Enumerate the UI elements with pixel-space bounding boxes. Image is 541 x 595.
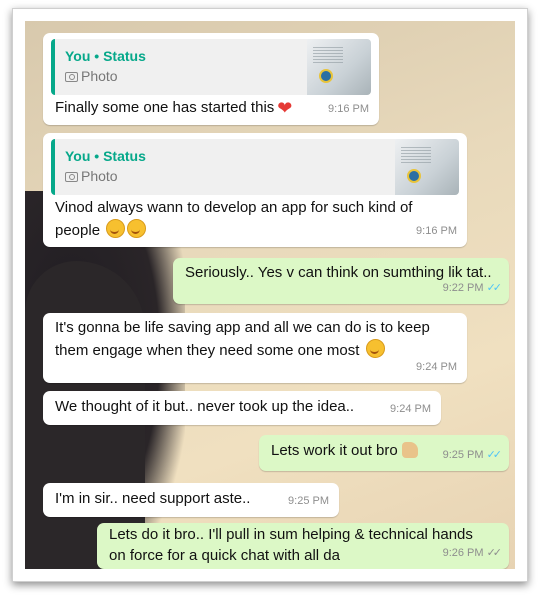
message-time: 9:24 PM xyxy=(416,361,457,373)
smiling-emoji xyxy=(106,219,126,238)
chat-area[interactable]: You • Status Photo Finally some one has … xyxy=(25,21,515,569)
status-thumbnail[interactable] xyxy=(395,139,459,195)
message-bubble[interactable]: Lets work it out bro 9:25 PM ✓✓ xyxy=(259,435,509,471)
quoted-status[interactable]: You • Status Photo xyxy=(51,39,371,95)
message-bubble[interactable]: I'm in sir.. need support aste.. 9:25 PM xyxy=(43,483,339,517)
double-check-icon: ✓✓ xyxy=(486,449,503,461)
camera-icon xyxy=(65,72,78,82)
message-text-line: them engage when they need some one most xyxy=(55,342,360,359)
message-time: 9:16 PM xyxy=(416,225,457,237)
message-time: 9:26 PM xyxy=(442,547,484,559)
quote-title: You • Status xyxy=(65,48,146,64)
quoted-status[interactable]: You • Status Photo xyxy=(51,139,459,195)
camera-icon xyxy=(65,172,78,182)
message-time: 9:16 PM xyxy=(328,103,369,115)
message-text: Finally some one has started this xyxy=(55,99,275,116)
message-text-line: Vinod always wann to develop an app for … xyxy=(55,199,413,216)
message-bubble[interactable]: Seriously.. Yes v can think on sumthing … xyxy=(173,258,509,304)
message-time: 9:25 PM xyxy=(442,449,484,461)
double-check-icon: ✓✓ xyxy=(486,282,503,294)
message-time: 9:25 PM xyxy=(288,495,329,507)
double-check-icon: ✓✓ xyxy=(486,547,503,559)
thumbs-up-emoji xyxy=(401,442,418,458)
screenshot-frame: You • Status Photo Finally some one has … xyxy=(12,8,528,582)
message-text-line: people xyxy=(55,222,101,239)
message-bubble[interactable]: You • Status Photo Vinod always wann to … xyxy=(43,133,467,247)
message-text: Lets work it out bro xyxy=(271,442,398,459)
message-text-line: Lets do it bro.. I'll pull in sum helpin… xyxy=(109,526,473,543)
message-text-line: on force for a quick chat with all da xyxy=(109,547,340,564)
quote-subtitle: Photo xyxy=(65,65,118,87)
message-bubble[interactable]: You • Status Photo Finally some one has … xyxy=(43,33,379,125)
smiling-emoji xyxy=(365,339,385,358)
quote-subtitle: Photo xyxy=(65,165,118,187)
message-text: We thought of it but.. never took up the… xyxy=(55,398,355,415)
message-time: 9:24 PM xyxy=(390,403,431,415)
status-thumbnail[interactable] xyxy=(307,39,371,95)
message-bubble[interactable]: Lets do it bro.. I'll pull in sum helpin… xyxy=(97,523,509,569)
smiling-emoji xyxy=(127,219,147,238)
message-bubble[interactable]: We thought of it but.. never took up the… xyxy=(43,391,441,425)
message-text: I'm in sir.. need support aste.. xyxy=(55,490,251,507)
heart-emoji: ❤ xyxy=(277,98,293,118)
message-bubble[interactable]: It's gonna be life saving app and all we… xyxy=(43,313,467,383)
message-time: 9:22 PM xyxy=(442,282,484,294)
message-text-line: It's gonna be life saving app and all we… xyxy=(55,319,430,336)
quote-title: You • Status xyxy=(65,148,146,164)
